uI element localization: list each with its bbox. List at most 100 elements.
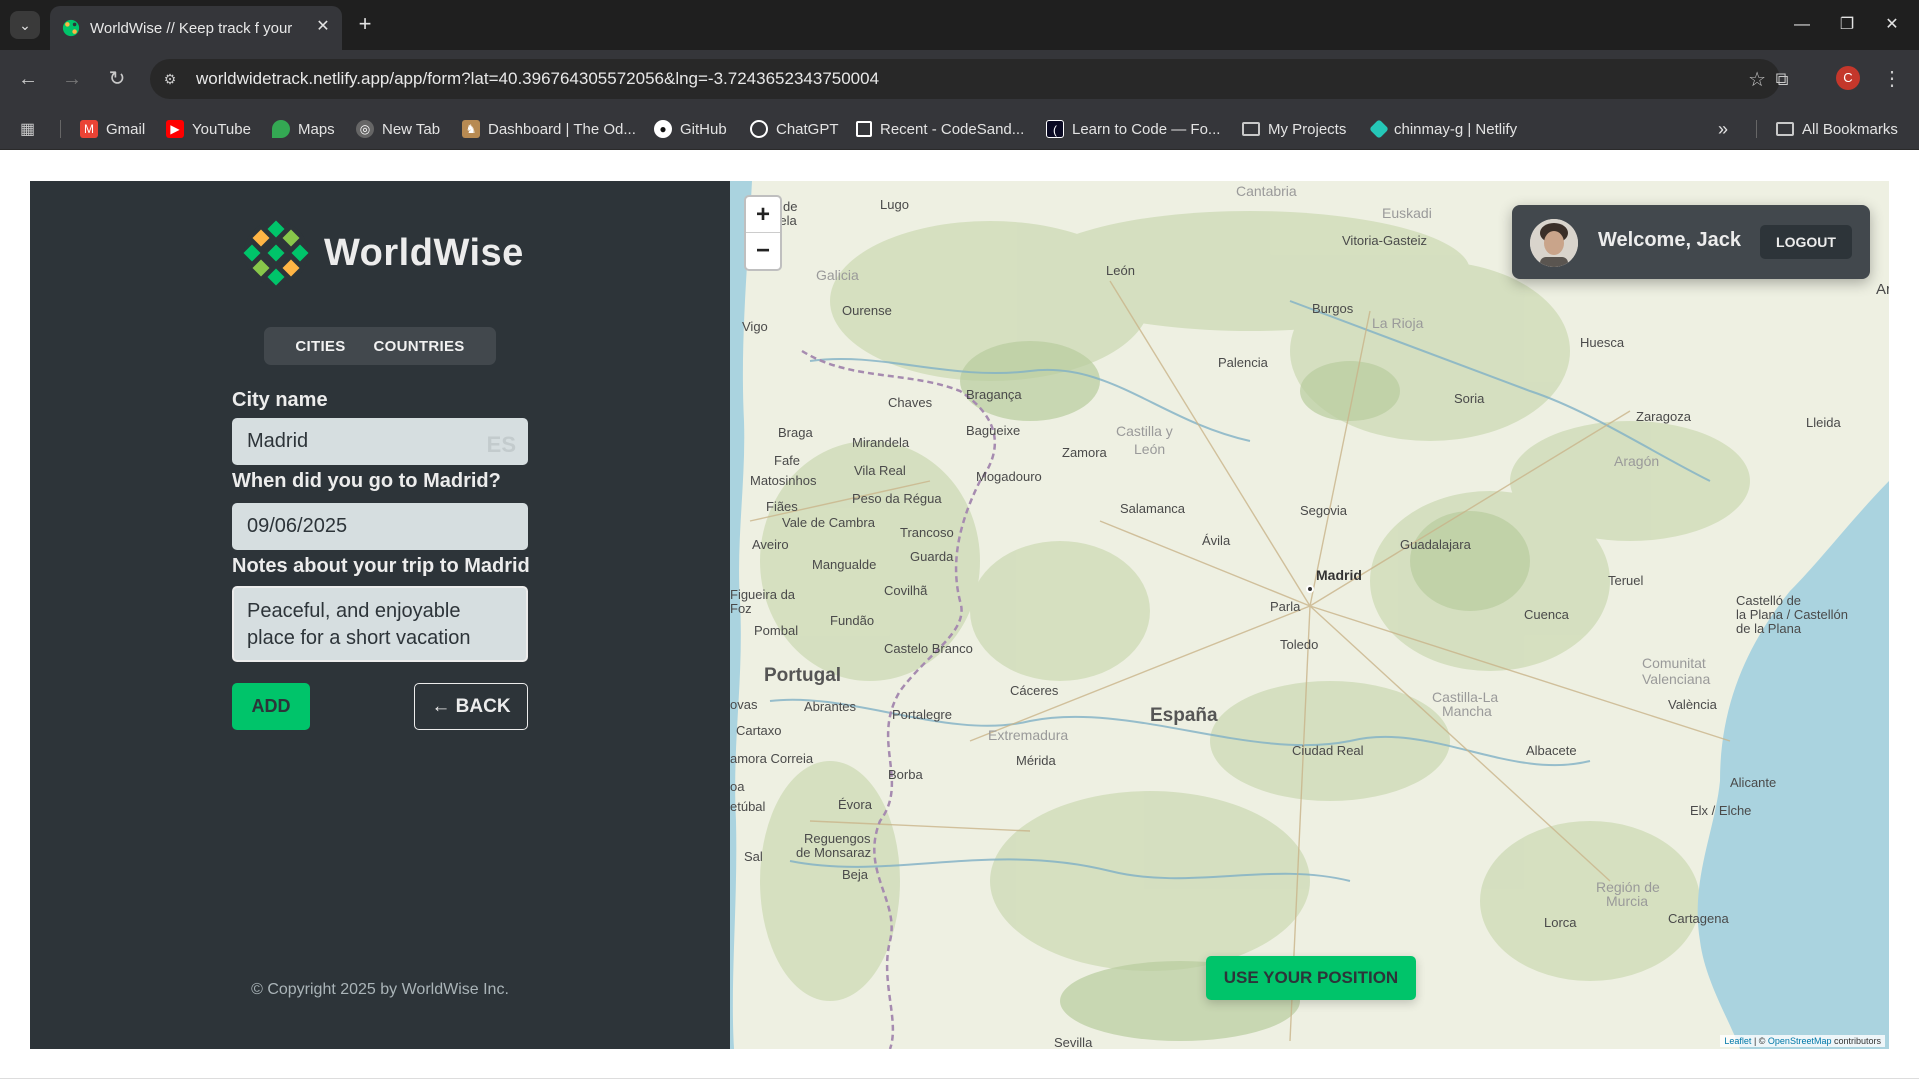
more-bookmarks-chevron-icon[interactable]: »: [1718, 116, 1728, 142]
forward-arrow-icon[interactable]: →: [57, 64, 87, 94]
map[interactable]: Lugo ntiago de mpostela Cantabria Euskad…: [730, 181, 1889, 1049]
madrid-marker-dot: [1306, 585, 1314, 593]
map-place: Zaragoza: [1636, 409, 1691, 424]
map-place: València: [1668, 697, 1717, 712]
zoom-control: + −: [744, 195, 782, 271]
back-button[interactable]: ← BACK: [414, 683, 528, 730]
map-place: Braga: [778, 425, 813, 440]
bookmark-label: chinmay-g | Netlify: [1394, 120, 1518, 138]
new-tab-plus-icon[interactable]: +: [352, 12, 378, 38]
bookmark-star-icon[interactable]: ☆: [1748, 67, 1766, 92]
date-input[interactable]: 09/06/2025: [232, 503, 528, 550]
bookmark-gmail[interactable]: M Gmail: [80, 116, 145, 142]
map-place: Matosinhos: [750, 473, 817, 488]
map-region: Comunitat: [1642, 655, 1706, 671]
tab-countries[interactable]: COUNTRIES: [374, 338, 465, 355]
map-place: Cartagena: [1668, 911, 1729, 926]
date-label: When did you go to Madrid?: [232, 470, 501, 492]
notes-textarea[interactable]: Peaceful, and enjoyable place for a shor…: [232, 586, 528, 662]
gmail-icon: M: [80, 120, 98, 138]
bookmark-youtube[interactable]: ▶ YouTube: [166, 116, 251, 142]
map-place: Aveiro: [752, 537, 789, 552]
map-region: León: [1134, 441, 1166, 457]
tab-cities[interactable]: CITIES: [295, 338, 345, 355]
map-place: Albacete: [1526, 743, 1577, 758]
restore-icon[interactable]: ❐: [1832, 10, 1862, 40]
map-place: Sal: [744, 849, 763, 864]
map-place: Peso da Régua: [852, 491, 942, 506]
bookmark-netlify[interactable]: chinmay-g | Netlify: [1369, 116, 1518, 142]
map-place: Salamanca: [1120, 501, 1186, 516]
map-place: Vitoria-Gasteiz: [1342, 233, 1428, 248]
bookmark-label: Recent - CodeSand...: [880, 120, 1025, 138]
tab-search-chevron-icon[interactable]: ⌄: [10, 11, 40, 39]
map-place: Burgos: [1312, 301, 1354, 316]
use-your-position-button[interactable]: USE YOUR POSITION: [1206, 956, 1416, 1000]
site-settings-icon[interactable]: ⚙: [160, 69, 180, 89]
browser-menu-icon[interactable]: ⋮: [1880, 64, 1904, 94]
back-arrow-icon[interactable]: ←: [13, 64, 43, 94]
map-place: Zamora: [1062, 445, 1107, 460]
bookmark-my-projects[interactable]: My Projects: [1242, 116, 1346, 142]
bookmark-github[interactable]: ● GitHub: [654, 116, 727, 142]
map-place: Mérida: [1016, 753, 1056, 768]
leaflet-link[interactable]: Leaflet: [1724, 1036, 1751, 1046]
logo[interactable]: WorldWise: [242, 219, 524, 287]
map-place: León: [1106, 263, 1135, 278]
map-place: Ar: [1876, 281, 1889, 298]
bookmark-label: Maps: [298, 120, 335, 138]
apps-grid-icon[interactable]: ▦: [20, 119, 42, 141]
map-region: Castilla y: [1116, 423, 1173, 439]
maps-icon: [272, 120, 290, 138]
app-nav-tabs: CITIES COUNTRIES: [264, 327, 496, 365]
date-value: 09/06/2025: [247, 515, 348, 537]
bookmark-odin[interactable]: ♞ Dashboard | The Od...: [462, 116, 636, 142]
map-place: Huesca: [1580, 335, 1625, 350]
map-place: Trancoso: [900, 525, 954, 540]
user-panel: Welcome, Jack LOGOUT: [1512, 205, 1870, 279]
browser-tab-active[interactable]: WorldWise // Keep track f your ✕: [50, 6, 342, 50]
bookmark-label: Gmail: [106, 120, 146, 138]
bookmarks-divider: [1756, 120, 1757, 138]
tab-close-icon[interactable]: ✕: [312, 16, 334, 38]
map-place: Castelló de: [1736, 593, 1802, 608]
bookmark-maps[interactable]: Maps: [272, 116, 335, 142]
logout-button[interactable]: LOGOUT: [1760, 225, 1852, 259]
add-button[interactable]: ADD: [232, 683, 310, 730]
bookmarks-divider: [60, 120, 61, 138]
bookmark-label: Learn to Code — Fo...: [1072, 120, 1221, 138]
city-name-value: Madrid: [247, 430, 309, 452]
map-place: Segovia: [1300, 503, 1347, 518]
codesandbox-icon: [856, 121, 872, 137]
bookmark-label: New Tab: [382, 120, 441, 138]
bookmark-label: YouTube: [192, 120, 251, 138]
folder-icon: [1776, 122, 1794, 136]
map-place: de Monsaraz: [796, 845, 872, 860]
bookmark-freecodecamp[interactable]: (Learn to Code — Fo...: [1046, 116, 1220, 142]
map-place: Fundão: [830, 613, 875, 628]
map-place: etúbal: [730, 799, 766, 814]
map-place: Fafe: [774, 453, 801, 468]
browser-tab-bar: ⌄ WorldWise // Keep track f your ✕ + — ❐…: [0, 0, 1919, 50]
city-name-input[interactable]: Madrid ES: [232, 418, 528, 465]
extensions-puzzle-icon[interactable]: ⧉: [1767, 64, 1797, 94]
profile-avatar[interactable]: C: [1836, 66, 1860, 90]
bookmark-codesandbox[interactable]: Recent - CodeSand...: [856, 116, 1024, 142]
window-close-icon[interactable]: ✕: [1877, 10, 1907, 40]
minimize-icon[interactable]: —: [1787, 10, 1817, 40]
all-bookmarks[interactable]: All Bookmarks: [1776, 116, 1898, 142]
folder-icon: [1242, 122, 1260, 136]
zoom-in-button[interactable]: +: [746, 197, 780, 233]
map-place: ovas: [730, 697, 758, 712]
bookmark-chatgpt[interactable]: ChatGPT: [750, 116, 839, 142]
address-bar[interactable]: ⚙ worldwidetrack.netlify.app/app/form?la…: [150, 59, 1780, 99]
map-attribution: Leaflet | © OpenStreetMap contributors: [1720, 1035, 1885, 1047]
attribution-contributors: contributors: [1831, 1036, 1881, 1046]
notes-value: Peaceful, and enjoyable place for a shor…: [247, 600, 471, 649]
openstreetmap-link[interactable]: OpenStreetMap: [1768, 1036, 1832, 1046]
zoom-out-button[interactable]: −: [746, 233, 780, 269]
app-layout: WorldWise CITIES COUNTRIES City name Mad…: [30, 181, 1889, 1049]
map-place: Chaves: [888, 395, 933, 410]
bookmark-new-tab[interactable]: ◎ New Tab: [356, 116, 440, 142]
reload-icon[interactable]: ↻: [102, 64, 132, 94]
